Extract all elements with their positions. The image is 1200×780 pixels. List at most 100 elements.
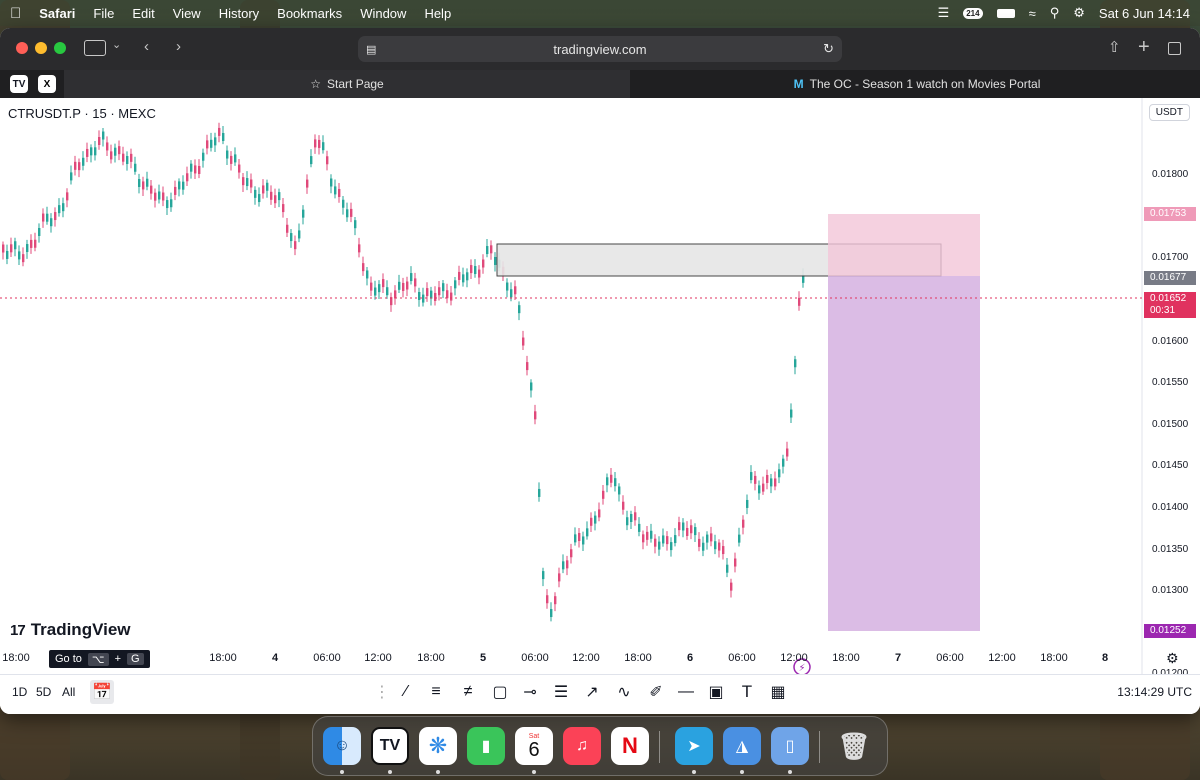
- candle-body: [430, 290, 433, 299]
- facetime-app-icon[interactable]: ▮: [467, 727, 505, 765]
- time-axis-label: 5: [479, 652, 487, 664]
- brush-tool-icon[interactable]: ✐: [644, 680, 668, 704]
- candle-body: [198, 165, 201, 174]
- candle-body: [274, 195, 277, 204]
- spotlight-search-icon[interactable]: ⚲: [1050, 5, 1060, 21]
- price-chart-canvas[interactable]: ⚡: [0, 98, 1200, 714]
- time-axis-label: 18:00: [832, 652, 860, 664]
- candle-body: [374, 287, 377, 296]
- calendar-app-icon[interactable]: Sat 6: [515, 727, 553, 765]
- status-badge[interactable]: 214: [963, 7, 983, 19]
- menu-edit[interactable]: Edit: [132, 6, 154, 21]
- price-axis-label: 0.01700: [1152, 252, 1189, 263]
- range-all-button[interactable]: All: [62, 685, 75, 699]
- candle-body: [654, 538, 657, 547]
- tab-start-page[interactable]: ☆ Start Page: [64, 70, 630, 98]
- x-pinned-tab-icon[interactable]: X: [38, 75, 56, 93]
- address-bar[interactable]: ▤ tradingview.com ↻: [358, 36, 842, 62]
- range-5d-button[interactable]: 5D: [36, 685, 51, 699]
- menu-file[interactable]: File: [93, 6, 114, 21]
- tradingview-app-icon[interactable]: TV: [371, 727, 409, 765]
- status-shield-icon[interactable]: ☰: [938, 5, 950, 21]
- path-tool-icon[interactable]: ∿: [612, 680, 636, 704]
- candle-body: [550, 609, 553, 618]
- music-app-icon[interactable]: ♫: [563, 727, 601, 765]
- share-icon[interactable]: ⇧: [1108, 38, 1121, 56]
- menu-app-name[interactable]: Safari: [39, 6, 75, 21]
- wifi-icon[interactable]: ≈: [1029, 6, 1036, 21]
- zoom-window-button[interactable]: [54, 42, 66, 54]
- arrow-tool-icon[interactable]: ↗: [580, 680, 604, 704]
- sidebar-toggle-icon[interactable]: [84, 40, 106, 56]
- macos-dock: ☺ TV ❋ ▮ Sat 6 ♫ N ➤ ◮ ▯ 🗑: [312, 716, 888, 776]
- netflix-app-icon[interactable]: N: [611, 727, 649, 765]
- candle-body: [114, 147, 117, 156]
- price-axis-label: 0.01450: [1152, 460, 1189, 471]
- back-button[interactable]: ‹: [144, 38, 149, 55]
- jar-app-icon[interactable]: ◮: [723, 727, 761, 765]
- tradingview-chart[interactable]: ⚡ CTRUSDT.P · 15 · MEXC USDT 0.01800 0.0…: [0, 98, 1200, 714]
- reload-icon[interactable]: ↻: [823, 41, 834, 57]
- candle-body: [590, 517, 593, 526]
- candle-body: [378, 284, 381, 293]
- price-axis-label: 0.01550: [1152, 377, 1189, 388]
- dock-separator: [819, 731, 820, 763]
- candle-body: [98, 137, 101, 146]
- menu-window[interactable]: Window: [360, 6, 406, 21]
- parallel-channel-tool-icon[interactable]: ≠: [456, 680, 480, 704]
- settings-gear-icon[interactable]: ⚙: [1166, 650, 1179, 667]
- menu-bookmarks[interactable]: Bookmarks: [277, 6, 342, 21]
- symbol-title[interactable]: CTRUSDT.P · 15 · MEXC: [8, 106, 156, 121]
- candle-body: [662, 535, 665, 544]
- rectangle-tool-icon[interactable]: ▢: [488, 680, 512, 704]
- menu-history[interactable]: History: [219, 6, 259, 21]
- candle-body: [30, 239, 33, 248]
- candle-body: [554, 596, 557, 605]
- candle-body: [438, 287, 441, 296]
- fib-retracement-tool-icon[interactable]: ≡: [424, 680, 448, 704]
- safari-toolbar: ⌄ ‹ › ▤ tradingview.com ↻ ⇧ +: [0, 28, 1200, 70]
- ray-tool-icon[interactable]: —: [674, 680, 698, 704]
- safari-app-icon[interactable]: ❋: [419, 727, 457, 765]
- currency-button[interactable]: USDT: [1148, 104, 1190, 121]
- menu-view[interactable]: View: [173, 6, 201, 21]
- tab-movies-portal[interactable]: M The OC - Season 1 watch on Movies Port…: [634, 70, 1200, 98]
- menu-help[interactable]: Help: [424, 6, 451, 21]
- trash-icon[interactable]: 🗑: [835, 727, 873, 765]
- finder-icon[interactable]: ☺: [323, 727, 361, 765]
- tab-overview-icon[interactable]: [1168, 42, 1181, 55]
- minimize-window-button[interactable]: [35, 42, 47, 54]
- grid-tool-icon[interactable]: ▦: [766, 680, 790, 704]
- drag-handle-icon[interactable]: ⋮: [370, 680, 394, 704]
- close-window-button[interactable]: [16, 42, 28, 54]
- candle-body: [386, 287, 389, 296]
- chevron-down-icon[interactable]: ⌄: [112, 38, 121, 51]
- candle-body: [34, 239, 37, 248]
- candle-body: [330, 178, 333, 187]
- menubar-clock[interactable]: Sat 6 Jun 14:14: [1099, 6, 1190, 21]
- range-1d-button[interactable]: 1D: [12, 685, 27, 699]
- candle-body: [410, 273, 413, 282]
- telegram-app-icon[interactable]: ➤: [675, 727, 713, 765]
- utc-clock[interactable]: 13:14:29 UTC: [1117, 685, 1192, 699]
- apple-icon[interactable]: : [10, 5, 21, 22]
- control-center-icon[interactable]: ⚙: [1073, 5, 1085, 21]
- candle-body: [202, 152, 205, 161]
- tradingview-logo-text: TradingView: [30, 620, 131, 639]
- horizontal-ray-tool-icon[interactable]: ⊸: [518, 680, 542, 704]
- pitchfork-tool-icon[interactable]: ☰: [549, 680, 573, 704]
- time-axis-label: 8: [1101, 652, 1109, 664]
- new-tab-button[interactable]: +: [1138, 36, 1150, 59]
- text-tool-icon[interactable]: T: [735, 680, 759, 704]
- candle-body: [650, 530, 653, 539]
- forward-button[interactable]: ›: [176, 38, 181, 55]
- trend-line-tool-icon[interactable]: ∕: [394, 680, 418, 704]
- simulator-app-icon[interactable]: ▯: [771, 727, 809, 765]
- battery-icon[interactable]: [996, 8, 1015, 18]
- tradingview-pinned-tab-icon[interactable]: TV: [10, 75, 28, 93]
- candle-body: [690, 525, 693, 534]
- time-axis-label: 06:00: [521, 652, 549, 664]
- date-range-icon[interactable]: 📅: [90, 680, 114, 704]
- page-settings-icon[interactable]: ▤: [366, 43, 376, 56]
- image-tool-icon[interactable]: ▣: [704, 680, 728, 704]
